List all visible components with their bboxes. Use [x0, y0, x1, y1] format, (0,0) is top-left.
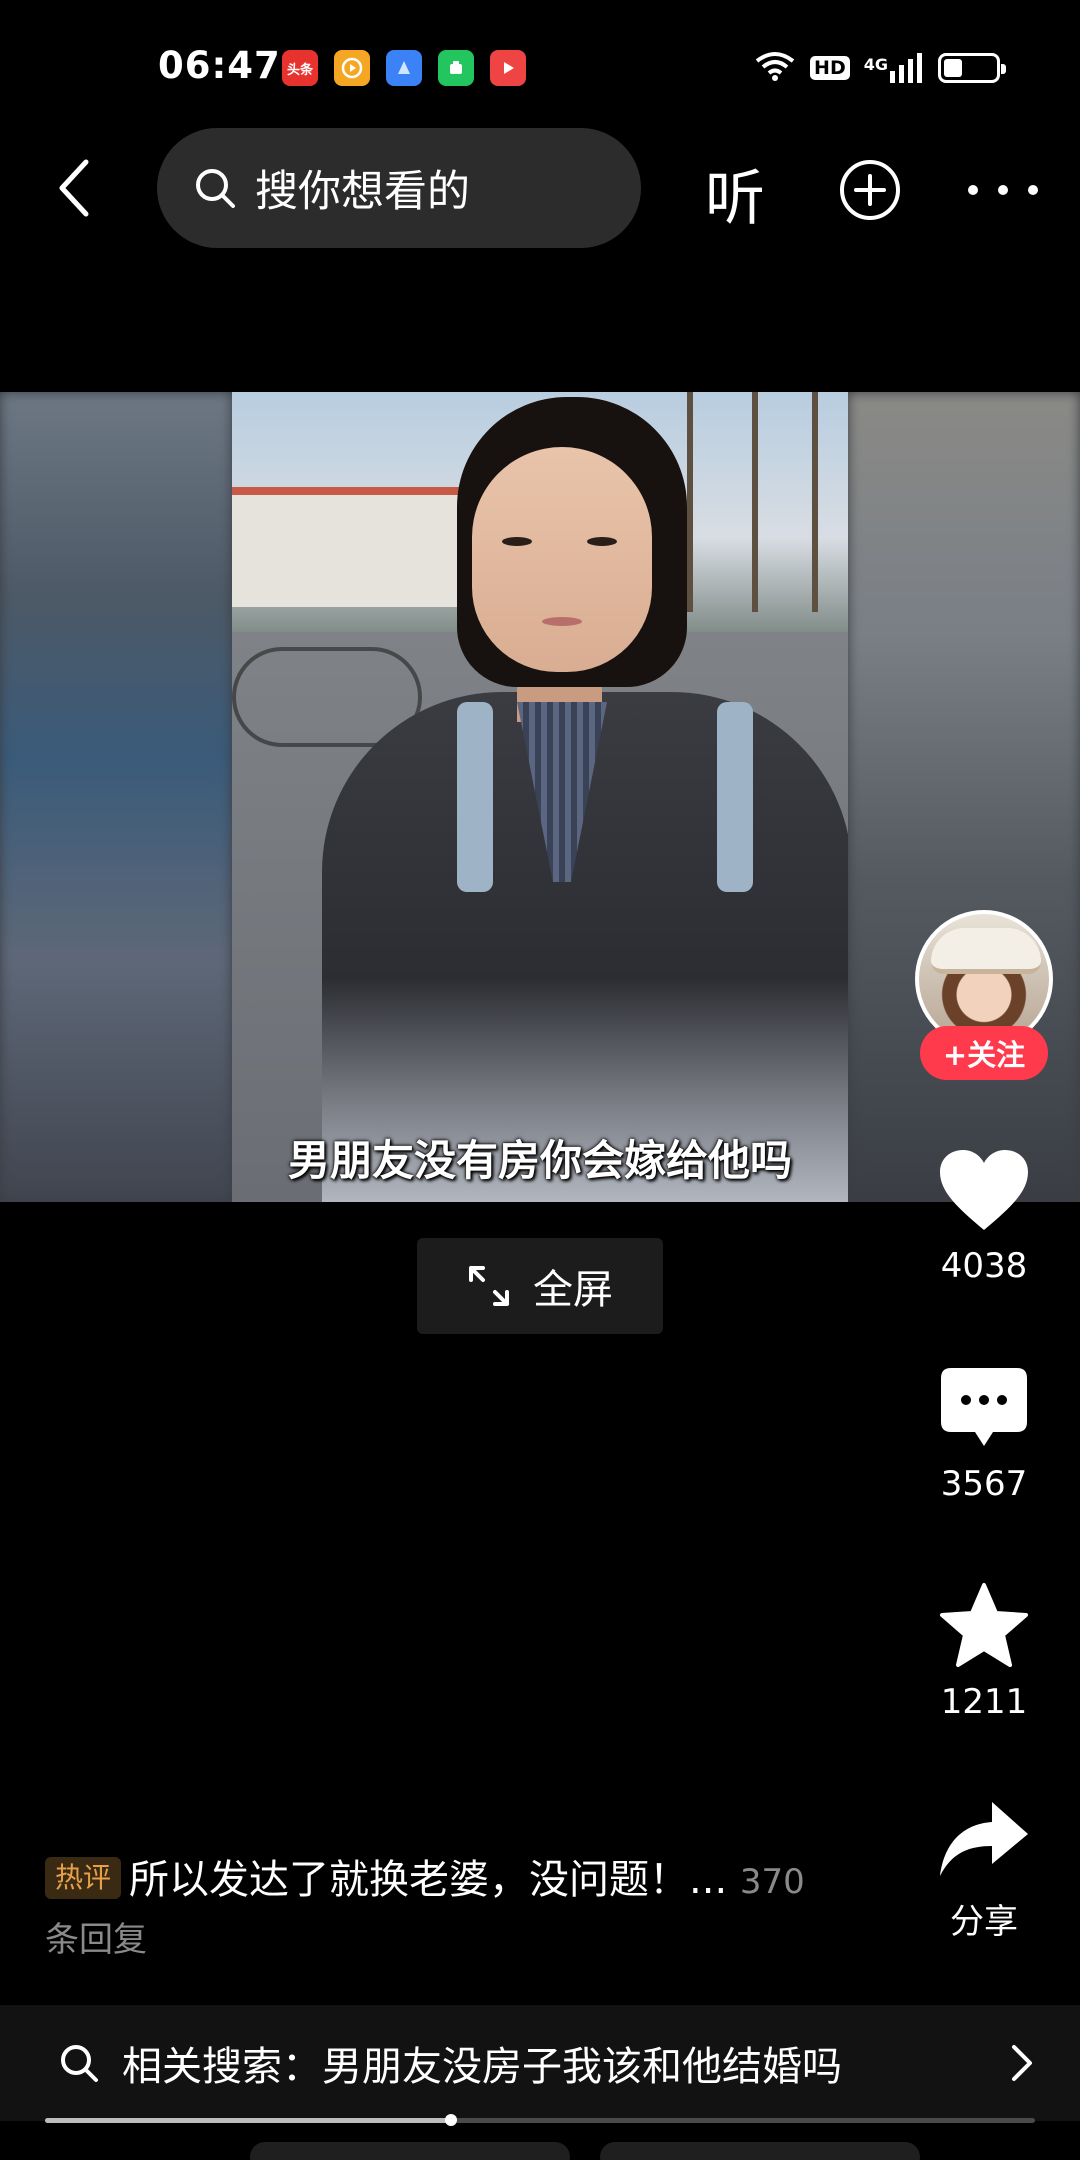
more-button[interactable]: [968, 158, 1038, 222]
green-app-icon: [438, 50, 474, 86]
bottom-peek: [0, 2142, 1080, 2160]
video-person-eye: [502, 537, 532, 546]
video-backpack-strap: [457, 702, 493, 892]
video-player[interactable]: 男朋友没有房你会嫁给他吗: [0, 392, 1080, 1202]
reply-count: 370: [739, 1862, 805, 1902]
more-dot-icon: [1028, 185, 1038, 195]
favorite-button[interactable]: 1211: [912, 1582, 1056, 1722]
hot-comment-ellipsis: ...: [689, 1857, 728, 1903]
video-tree: [812, 392, 818, 612]
reply-suffix: 条回复: [45, 1920, 147, 1960]
video-person-eye: [587, 537, 617, 546]
blue-app-icon: [386, 50, 422, 86]
listen-button[interactable]: 听: [705, 150, 765, 237]
video-progress-bar[interactable]: [45, 2114, 1035, 2126]
video-progress-thumb[interactable]: [444, 2114, 457, 2126]
fullscreen-button[interactable]: 全屏: [417, 1238, 663, 1334]
wifi-icon: [754, 50, 796, 86]
video-tree: [687, 392, 693, 612]
search-icon: [61, 2045, 98, 2082]
share-icon: [940, 1802, 1028, 1876]
star-icon: [940, 1583, 1028, 1667]
video-progress-fill: [45, 2118, 451, 2123]
video-app-icon: [334, 50, 370, 86]
related-search-text: 相关搜索：男朋友没房子我该和他结婚吗: [122, 2044, 842, 2090]
add-button[interactable]: [838, 158, 902, 222]
status-bar: 06:47 头条 HD 4G: [0, 0, 1080, 130]
toutiao-app-icon: 头条: [282, 50, 318, 86]
heart-icon: [940, 1150, 1028, 1230]
video-person-mouth: [542, 617, 582, 626]
back-arrow-icon: [59, 159, 89, 217]
hot-comment-text: 所以发达了就换老婆，没问题！: [129, 1857, 690, 1903]
status-indicators: HD 4G: [754, 50, 1006, 86]
like-button[interactable]: 4038: [912, 1148, 1056, 1286]
chevron-right-icon: [1012, 2045, 1032, 2081]
hot-comment-badge: 热评: [45, 1857, 122, 1899]
expand-icon: [469, 1266, 509, 1306]
hd-badge: HD: [810, 56, 850, 80]
comment-button[interactable]: 3567: [912, 1366, 1056, 1504]
battery-fill: [944, 59, 962, 77]
comment-count: 3567: [940, 1464, 1028, 1504]
bottom-peek-tab: [600, 2142, 920, 2160]
comment-icon: [941, 1368, 1027, 1446]
video-blur-right: [848, 392, 1080, 1202]
more-dot-icon: [998, 185, 1008, 195]
video-backpack-strap: [717, 702, 753, 892]
follow-button[interactable]: +关注: [920, 1026, 1048, 1080]
related-search-bar[interactable]: 相关搜索：男朋友没房子我该和他结婚吗: [0, 2005, 1080, 2121]
share-label: 分享: [950, 1902, 1018, 1942]
avatar-hat: [931, 928, 1041, 974]
video-subtitle: 男朋友没有房你会嫁给他吗: [287, 1136, 792, 1185]
more-dot-icon: [968, 185, 978, 195]
search-bar[interactable]: 搜你想看的: [157, 128, 641, 248]
like-count: 4038: [940, 1246, 1028, 1286]
top-bar: 搜你想看的 听: [0, 128, 1080, 248]
video-building: [232, 487, 462, 607]
favorite-count: 1211: [940, 1682, 1028, 1722]
hot-comment[interactable]: 热评 所以发达了就换老婆，没问题！... 370 条回复: [45, 1852, 845, 1968]
search-placeholder: 搜你想看的: [255, 167, 470, 217]
video-person-face: [472, 447, 652, 672]
play-app-icon: [490, 50, 526, 86]
video-tree: [752, 392, 758, 612]
plus-circle-icon: [840, 160, 900, 220]
share-button[interactable]: 分享: [912, 1800, 1056, 1943]
back-button[interactable]: [44, 153, 104, 223]
search-icon: [196, 169, 235, 208]
fullscreen-label: 全屏: [533, 1267, 613, 1313]
status-time: 06:47: [158, 44, 281, 87]
battery-icon: [938, 53, 1006, 83]
video-blur-left: [0, 392, 232, 1202]
cell-signal-icon: 4G: [864, 53, 924, 83]
network-type: 4G: [863, 55, 888, 74]
bottom-peek-tab: [250, 2142, 570, 2160]
video-frame: 男朋友没有房你会嫁给他吗: [232, 392, 848, 1202]
